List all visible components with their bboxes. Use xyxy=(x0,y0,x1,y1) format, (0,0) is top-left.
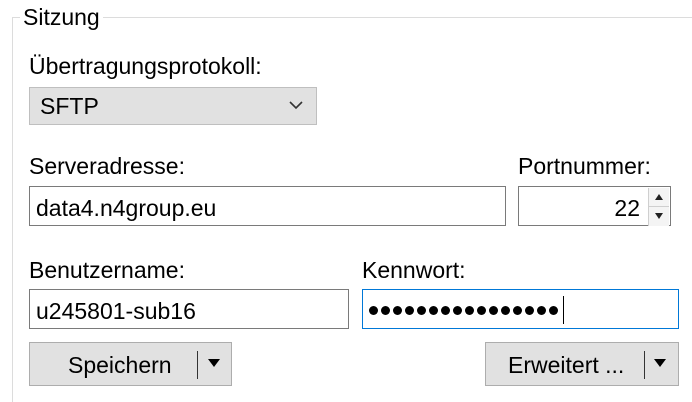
server-label: Serveradresse: xyxy=(29,153,185,179)
port-increment-button[interactable] xyxy=(649,188,669,207)
password-dot xyxy=(477,306,486,315)
port-spinner xyxy=(648,188,669,226)
split-separator xyxy=(197,351,198,379)
password-dot xyxy=(381,306,390,315)
protocol-select[interactable]: SFTP xyxy=(29,87,317,125)
text-caret xyxy=(563,296,564,324)
port-decrement-button[interactable] xyxy=(649,207,669,226)
arrow-down-icon xyxy=(655,213,663,219)
dropdown-arrow-icon[interactable] xyxy=(207,358,221,368)
port-label: Portnummer: xyxy=(518,153,651,179)
protocol-label: Übertragungsprotokoll: xyxy=(29,53,262,79)
password-dot xyxy=(405,306,414,315)
server-value: data4.n4group.eu xyxy=(36,195,217,221)
server-input[interactable]: data4.n4group.eu xyxy=(29,186,506,226)
password-dot xyxy=(465,306,474,315)
username-label: Benutzername: xyxy=(29,257,185,283)
port-value: 22 xyxy=(614,195,640,221)
advanced-split-button[interactable]: Erweitert ... xyxy=(485,342,679,386)
groupbox-border-top xyxy=(12,17,692,18)
password-dot xyxy=(525,306,534,315)
save-split-button[interactable]: Speichern xyxy=(29,342,232,386)
password-dot xyxy=(489,306,498,315)
password-dot xyxy=(537,306,546,315)
password-label: Kennwort: xyxy=(362,257,466,283)
advanced-button-label: Erweitert ... xyxy=(508,352,625,378)
password-dot xyxy=(513,306,522,315)
password-dot xyxy=(501,306,510,315)
save-button-label: Speichern xyxy=(68,352,172,378)
username-input[interactable]: u245801-sub16 xyxy=(29,289,349,329)
password-dot xyxy=(441,306,450,315)
username-value: u245801-sub16 xyxy=(36,298,196,324)
password-dot xyxy=(393,306,402,315)
password-dot xyxy=(453,306,462,315)
password-masked-value xyxy=(369,304,558,318)
port-input[interactable]: 22 xyxy=(518,186,671,226)
password-input[interactable] xyxy=(362,289,679,329)
split-separator xyxy=(644,351,645,379)
groupbox-title: Sitzung xyxy=(20,3,103,31)
password-dot xyxy=(549,306,558,315)
password-dot xyxy=(429,306,438,315)
password-dot xyxy=(369,306,378,315)
chevron-down-icon xyxy=(289,101,303,110)
arrow-up-icon xyxy=(655,194,663,200)
groupbox-border-left xyxy=(12,17,13,402)
protocol-selected-value: SFTP xyxy=(40,93,99,119)
password-dot xyxy=(417,306,426,315)
dropdown-arrow-icon[interactable] xyxy=(653,358,667,368)
